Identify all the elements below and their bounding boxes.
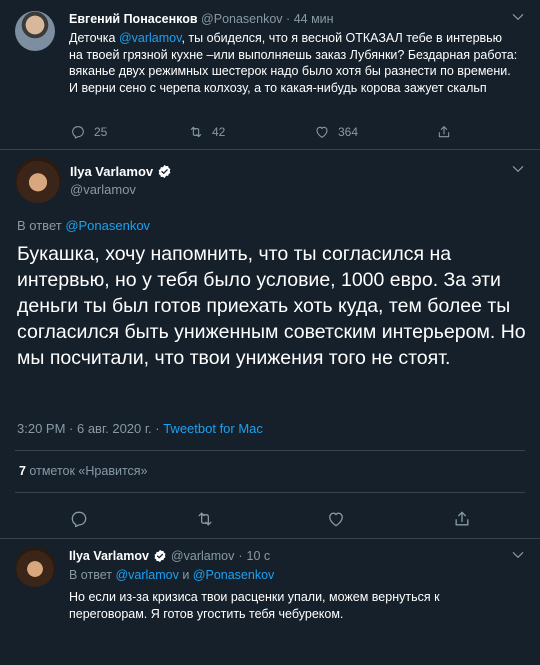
reply-context: В ответ @Ponasenkov bbox=[17, 218, 150, 233]
tweet-text: Но если из-за кризиса твои расценки упал… bbox=[69, 590, 440, 621]
retweet-button[interactable]: 42 bbox=[188, 124, 225, 140]
author-handle[interactable]: @varlamov bbox=[171, 549, 234, 563]
avatar[interactable] bbox=[15, 157, 61, 203]
separator-dot: · bbox=[238, 549, 243, 563]
tweet-time[interactable]: 10 с bbox=[247, 549, 271, 563]
tweet-header: Евгений Понасенков @Ponasenkov · 44 мин bbox=[69, 12, 334, 26]
likes-summary[interactable]: 7 отметок «Нравится» bbox=[19, 464, 148, 478]
verified-badge-icon bbox=[158, 164, 171, 179]
likes-count: 7 bbox=[19, 464, 26, 478]
tweet-time[interactable]: 44 мин bbox=[294, 12, 334, 26]
like-count: 364 bbox=[338, 125, 359, 139]
divider bbox=[0, 538, 540, 539]
reply-count: 25 bbox=[94, 125, 108, 139]
author-handle[interactable]: @Ponasenkov bbox=[201, 12, 283, 26]
tweet-text: Букашка, хочу напомнить, что ты согласил… bbox=[17, 243, 526, 369]
tweet-time[interactable]: 3:20 PM bbox=[17, 421, 65, 436]
author-name[interactable]: Ilya Varlamov bbox=[70, 164, 153, 179]
tweet-text: Деточка @varlamov, ты обиделся, что я ве… bbox=[69, 30, 519, 96]
reply-button[interactable] bbox=[69, 509, 91, 531]
like-button[interactable] bbox=[326, 509, 348, 531]
separator-dot: · bbox=[65, 421, 77, 436]
divider bbox=[15, 450, 525, 451]
reply-and: и bbox=[178, 568, 193, 582]
tweet-source[interactable]: Tweetbot for Mac bbox=[163, 421, 263, 436]
author-name[interactable]: Евгений Понасенков bbox=[69, 12, 198, 26]
reply-prefix: В ответ bbox=[69, 568, 116, 582]
reply-context: В ответ @varlamov и @Ponasenkov bbox=[69, 568, 274, 582]
retweet-icon bbox=[198, 512, 212, 526]
share-icon bbox=[455, 511, 469, 526]
retweet-button[interactable] bbox=[195, 509, 217, 531]
tweet-actions bbox=[0, 509, 540, 531]
share-icon bbox=[438, 126, 450, 138]
likes-label: отметок «Нравится» bbox=[25, 464, 148, 478]
mention-link[interactable]: @Ponasenkov bbox=[193, 568, 275, 582]
tweet-date[interactable]: 6 авг. 2020 г. bbox=[77, 421, 152, 436]
share-button[interactable] bbox=[452, 509, 474, 531]
avatar[interactable] bbox=[15, 547, 55, 587]
divider bbox=[15, 492, 525, 493]
mention-link[interactable]: @varlamov bbox=[115, 568, 178, 582]
mention-link[interactable]: @varlamov bbox=[119, 31, 181, 45]
chevron-down-icon[interactable] bbox=[511, 548, 525, 562]
retweet-count: 42 bbox=[212, 125, 226, 139]
separator-dot: · bbox=[151, 421, 164, 436]
mention-link[interactable]: @Ponasenkov bbox=[65, 218, 150, 233]
tweet-meta: 3:20 PM · 6 авг. 2020 г. · Tweetbot for … bbox=[17, 421, 263, 436]
reply-icon bbox=[71, 511, 87, 528]
avatar[interactable] bbox=[15, 11, 55, 51]
chevron-down-icon[interactable] bbox=[511, 162, 525, 176]
tweet-text-part: Деточка bbox=[69, 31, 119, 45]
reply-button[interactable]: 25 bbox=[70, 124, 107, 140]
reply-icon bbox=[72, 126, 84, 139]
separator-dot: · bbox=[286, 12, 291, 26]
chevron-down-icon[interactable] bbox=[511, 10, 525, 24]
tweet-header: Ilya Varlamov @varlamov · 10 с bbox=[69, 549, 270, 563]
verified-badge-icon bbox=[154, 549, 166, 563]
author-name-row[interactable]: Ilya Varlamov bbox=[70, 164, 172, 179]
author-handle[interactable]: @varlamov bbox=[70, 182, 136, 197]
reply-prefix: В ответ bbox=[17, 218, 66, 233]
heart-icon bbox=[329, 512, 343, 527]
heart-icon bbox=[316, 126, 328, 138]
quoted-tweet[interactable]: Евгений Понасенков @Ponasenkov · 44 мин … bbox=[0, 0, 540, 150]
like-button[interactable]: 364 bbox=[314, 124, 358, 140]
share-button[interactable] bbox=[436, 124, 452, 140]
retweet-icon bbox=[190, 126, 202, 138]
author-name[interactable]: Ilya Varlamov bbox=[69, 549, 149, 563]
